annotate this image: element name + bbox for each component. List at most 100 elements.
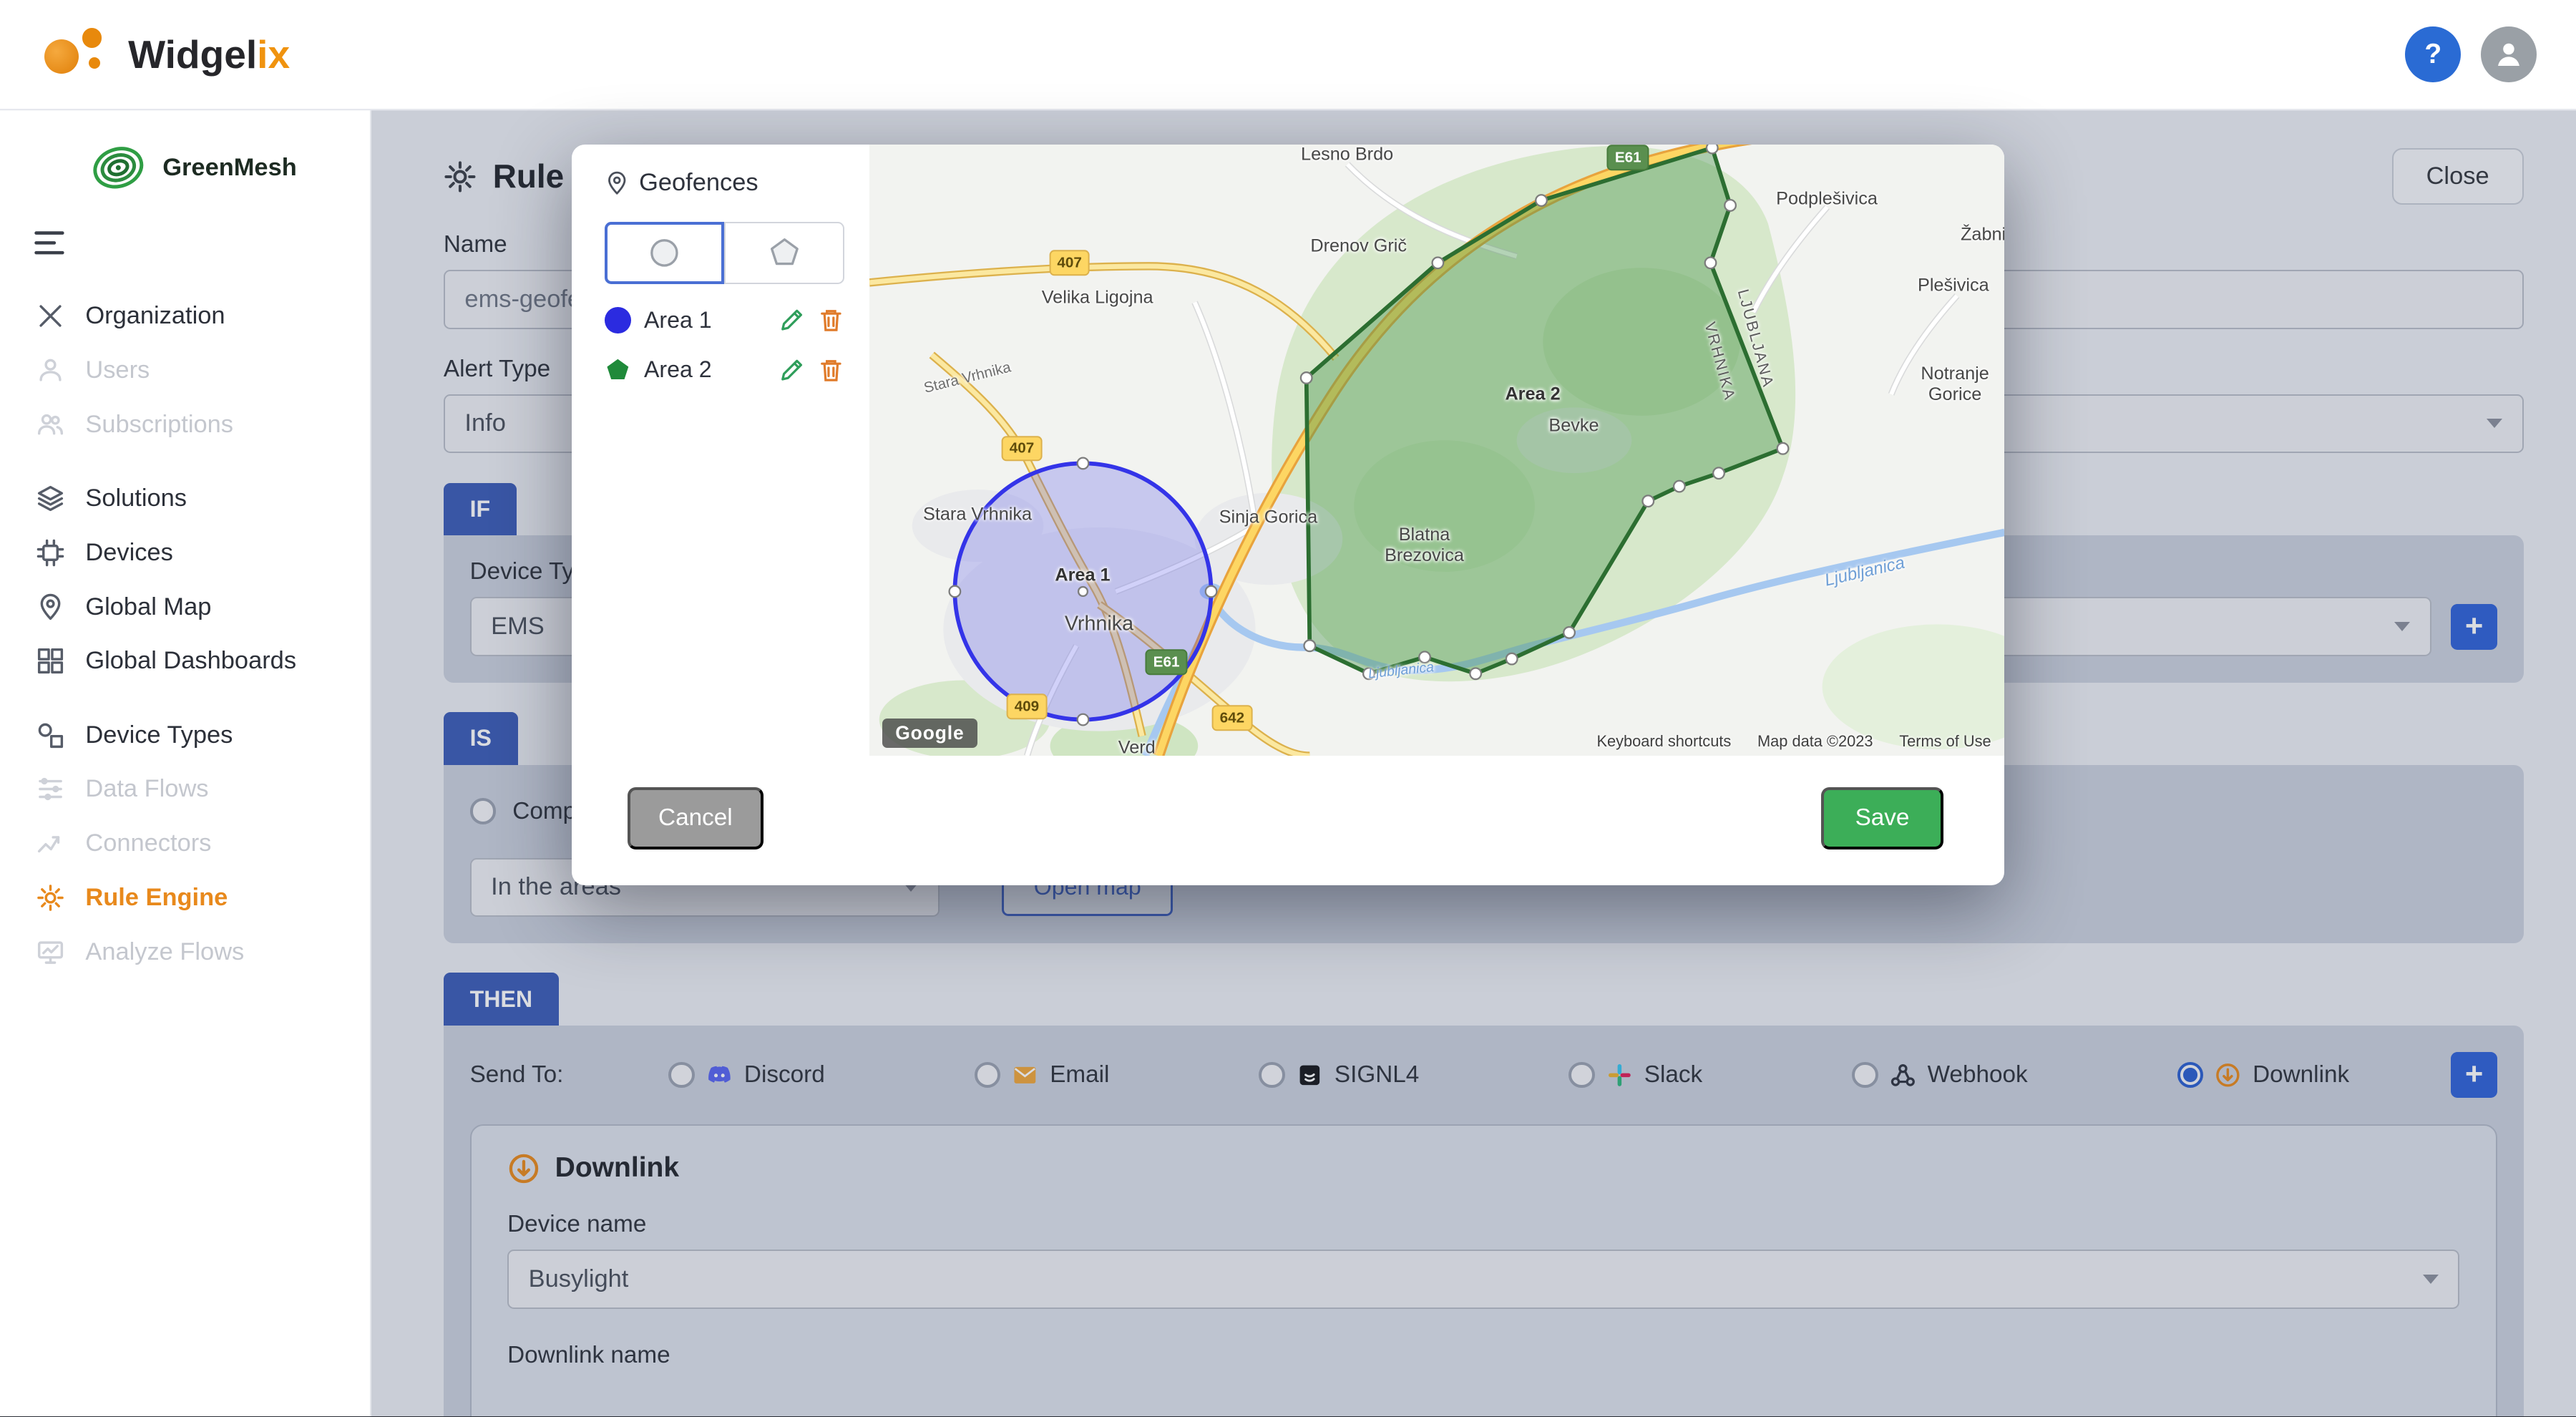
- data-flows-icon: [36, 775, 64, 803]
- geofence-handle[interactable]: [949, 586, 960, 598]
- add-action-button[interactable]: +: [2451, 1052, 2497, 1098]
- sidebar-item-solutions[interactable]: Solutions: [0, 472, 370, 526]
- sidebar-item-rule-engine[interactable]: Rule Engine: [0, 871, 370, 925]
- edit-geofence-button[interactable]: [779, 357, 805, 384]
- geofence-name: Area 1: [644, 307, 766, 333]
- sidebar-item-devices[interactable]: Devices: [0, 526, 370, 580]
- send-option-signl4[interactable]: SIGNL4: [1259, 1061, 1419, 1089]
- geofence-handle[interactable]: [1713, 467, 1724, 479]
- send-option-label: Webhook: [1928, 1061, 2028, 1089]
- sidebar-item-label: Subscriptions: [85, 411, 233, 439]
- device-name-label: Device name: [507, 1211, 2459, 1238]
- help-button[interactable]: ?: [2405, 26, 2461, 82]
- slack-radio[interactable]: [1568, 1062, 1595, 1089]
- geofence-handle[interactable]: [1506, 653, 1517, 665]
- geofence-handle[interactable]: [1077, 714, 1088, 726]
- cancel-button[interactable]: Cancel: [628, 787, 763, 849]
- sidebar-item-label: Devices: [85, 539, 172, 567]
- geofence-handle[interactable]: [1432, 258, 1443, 269]
- signl4-radio[interactable]: [1259, 1062, 1285, 1089]
- google-logo[interactable]: Google: [882, 719, 977, 747]
- send-option-email[interactable]: Email: [975, 1061, 1110, 1089]
- geofence-handle[interactable]: [1078, 587, 1088, 596]
- map-attribution: Keyboard shortcuts Map data ©2023 Terms of…: [1596, 732, 1991, 751]
- sidebar-item-device-types[interactable]: Device Types: [0, 708, 370, 762]
- email-radio[interactable]: [975, 1062, 1001, 1089]
- geofence-handle[interactable]: [1642, 495, 1654, 507]
- geofence-handle[interactable]: [1419, 652, 1430, 663]
- geofence-handle[interactable]: [1077, 458, 1088, 469]
- sidebar-item-label: Connectors: [85, 829, 211, 857]
- widgelix-logo-icon: [39, 18, 112, 90]
- send-to-label: Send To:: [470, 1061, 564, 1089]
- add-condition-button[interactable]: +: [2451, 604, 2497, 650]
- tools-icon: [36, 302, 64, 330]
- send-option-discord[interactable]: Discord: [668, 1061, 824, 1089]
- send-option-webhook[interactable]: Webhook: [1852, 1061, 2028, 1089]
- user-avatar[interactable]: [2481, 26, 2537, 82]
- delete-geofence-button[interactable]: [818, 357, 844, 384]
- org-logo: GreenMesh: [0, 128, 370, 210]
- dashboard-icon: [36, 647, 64, 675]
- geofence-handle[interactable]: [1470, 668, 1481, 679]
- send-option-downlink[interactable]: Downlink: [2177, 1061, 2350, 1089]
- geofence-handle[interactable]: [1704, 258, 1716, 269]
- hamburger-icon: [33, 230, 66, 256]
- device-name-select[interactable]: Busylight: [507, 1250, 2459, 1309]
- question-mark-icon: ?: [2424, 39, 2441, 70]
- downlink-icon: [507, 1152, 540, 1185]
- sidebar-item-label: Data Flows: [85, 775, 208, 803]
- email-icon: [1012, 1062, 1038, 1089]
- sidebar-item-label: Rule Engine: [85, 884, 228, 912]
- geofence-row-area-1: Area 1: [605, 307, 844, 333]
- geofence-handle[interactable]: [1536, 195, 1547, 206]
- sidebar-item-organization[interactable]: Organization: [0, 289, 370, 344]
- circle-tool-button[interactable]: [605, 222, 725, 284]
- geofence-handle[interactable]: [1205, 586, 1216, 598]
- geofence-handle[interactable]: [1304, 640, 1315, 651]
- app: Widgelix ? GreenMesh Organization: [0, 0, 2576, 1416]
- geofence-handle[interactable]: [1777, 443, 1788, 454]
- downlink-radio[interactable]: [2177, 1062, 2204, 1089]
- if-badge: IF: [444, 483, 517, 536]
- signl4-icon: [1297, 1062, 1323, 1089]
- compare-radio[interactable]: [470, 798, 497, 824]
- downlink-card: Downlink Device name Busylight Downlink …: [470, 1124, 2497, 1416]
- geofence-handle[interactable]: [1563, 627, 1575, 638]
- pentagon-shape-icon: [605, 357, 631, 384]
- map-pin-icon: [605, 171, 629, 195]
- geofence-row-area-2: Area 2: [605, 356, 844, 383]
- map-base: [869, 145, 2004, 756]
- geofence-handle[interactable]: [1724, 200, 1736, 211]
- close-button[interactable]: Close: [2392, 148, 2524, 205]
- collapse-sidebar-button[interactable]: [33, 230, 72, 263]
- org-name: GreenMesh: [162, 154, 296, 182]
- geofence-handle[interactable]: [1707, 145, 1718, 153]
- sidebar-item-global-dashboards[interactable]: Global Dashboards: [0, 634, 370, 688]
- chevron-down-icon: [2394, 622, 2410, 631]
- webhook-radio[interactable]: [1852, 1062, 1878, 1089]
- discord-radio[interactable]: [668, 1062, 695, 1089]
- polygon-tool-button[interactable]: [724, 222, 844, 284]
- map-attribution-link[interactable]: Keyboard shortcuts: [1596, 732, 1731, 751]
- then-badge: THEN: [444, 973, 559, 1026]
- sidebar-item-label: Organization: [85, 302, 225, 330]
- send-option-label: Downlink: [2253, 1061, 2349, 1089]
- shape-tools: [605, 222, 869, 284]
- sidebar-nav: OrganizationUsersSubscriptionsSolutionsD…: [0, 289, 370, 979]
- geofence-handle[interactable]: [1300, 372, 1312, 384]
- geofence-handle[interactable]: [1363, 668, 1375, 679]
- send-option-label: Email: [1050, 1061, 1109, 1089]
- delete-geofence-button[interactable]: [818, 307, 844, 333]
- map-canvas[interactable]: Lesno BrdoPodplešivicaŽabnicaDrenov Grič…: [869, 145, 2004, 756]
- edit-geofence-button[interactable]: [779, 307, 805, 333]
- map-attribution-link[interactable]: Map data ©2023: [1757, 732, 1873, 751]
- geofence-name: Area 2: [644, 356, 766, 383]
- map-attribution-link[interactable]: Terms of Use: [1899, 732, 1991, 751]
- geofence-handle[interactable]: [1674, 481, 1685, 492]
- send-option-slack[interactable]: Slack: [1568, 1061, 1702, 1089]
- save-button[interactable]: Save: [1821, 787, 1943, 849]
- brand-logo[interactable]: Widgelix: [39, 18, 290, 90]
- sidebar-item-global-map[interactable]: Global Map: [0, 580, 370, 634]
- pentagon-shape-icon: [766, 234, 804, 272]
